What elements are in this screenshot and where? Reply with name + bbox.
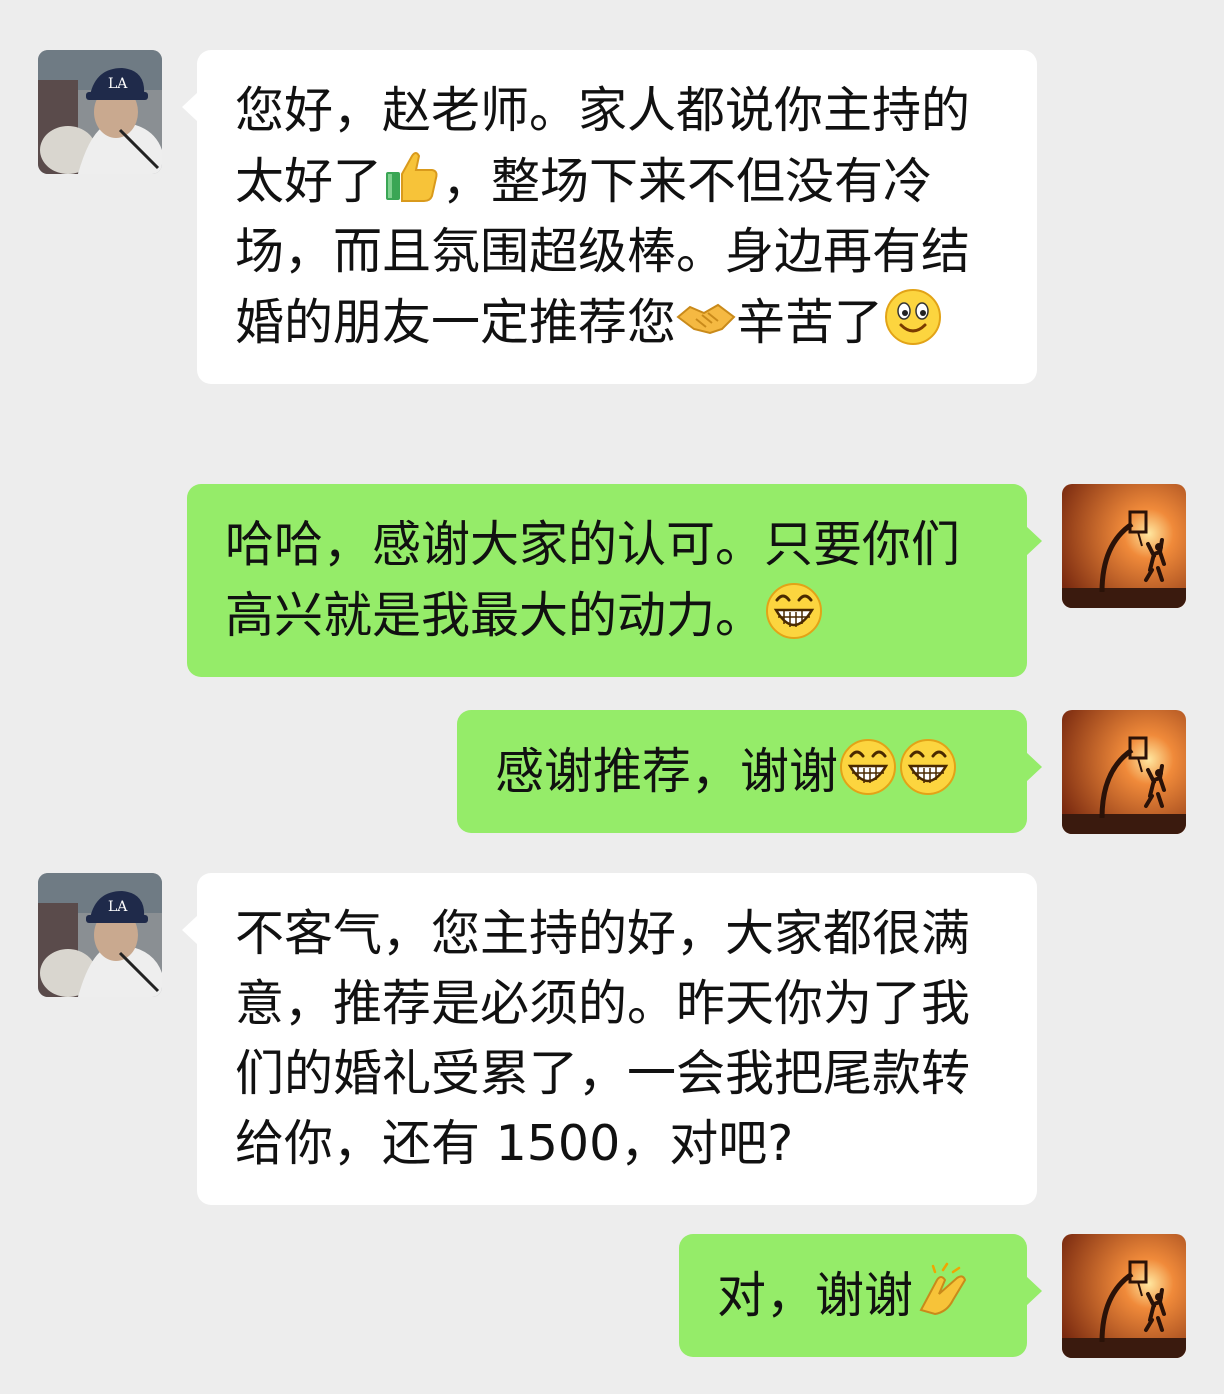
message-bubble-outgoing[interactable]: 对，谢谢 xyxy=(679,1234,1042,1357)
smile-icon xyxy=(883,287,943,347)
clap-icon xyxy=(913,1260,973,1320)
contact-avatar[interactable]: LA xyxy=(38,873,162,997)
my-avatar[interactable] xyxy=(1062,484,1186,608)
message-bubble-outgoing[interactable]: 感谢推荐，谢谢 xyxy=(457,710,1042,833)
handshake-icon xyxy=(676,287,736,347)
message-text: 哈哈，感谢大家的认可。只要你们高兴就是我最大的动力。 xyxy=(225,516,961,644)
message-bubble-incoming[interactable]: 您好，赵老师。家人都说你主持的太好了 ，整场下来不但没有冷场，而且氛围超级棒。身边… xyxy=(182,50,1037,384)
svg-text:LA: LA xyxy=(108,76,128,92)
message-text: 辛苦了 xyxy=(736,294,884,351)
thumbs-up-icon xyxy=(382,146,442,206)
message-bubble-incoming[interactable]: 不客气，您主持的好，大家都很满意，推荐是必须的。昨天你为了我们的婚礼受累了，一会… xyxy=(182,873,1037,1205)
message-text: 不客气，您主持的好，大家都很满意，推荐是必须的。昨天你为了我们的婚礼受累了，一会… xyxy=(235,905,971,1172)
grin-icon xyxy=(838,736,898,796)
grin-icon xyxy=(898,736,958,796)
message-bubble-outgoing[interactable]: 哈哈，感谢大家的认可。只要你们高兴就是我最大的动力。 xyxy=(187,484,1042,677)
message-text: 感谢推荐，谢谢 xyxy=(495,743,839,800)
grin-icon xyxy=(764,580,824,640)
message-text: 对，谢谢 xyxy=(717,1267,914,1324)
contact-avatar[interactable]: LA xyxy=(38,50,162,174)
my-avatar[interactable] xyxy=(1062,710,1186,834)
svg-text:LA: LA xyxy=(108,899,128,915)
my-avatar[interactable] xyxy=(1062,1234,1186,1358)
